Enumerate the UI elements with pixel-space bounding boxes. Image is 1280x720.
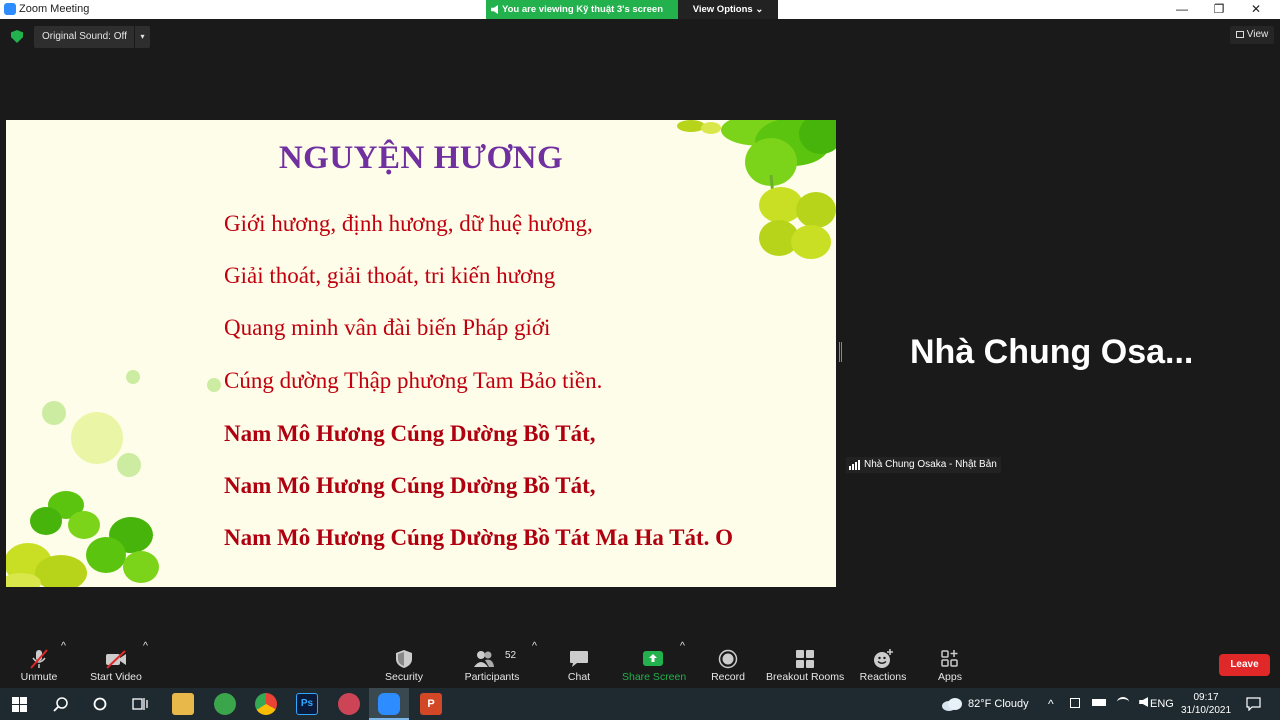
unmute-label: Unmute	[20, 671, 58, 683]
slide-title: NGUYỆN HƯƠNG	[278, 140, 564, 176]
clock-time: 09:17	[1193, 692, 1219, 703]
participant-name-label: Nhà Chung Osaka - Nhật Bản	[864, 459, 997, 470]
breakout-rooms-label: Breakout Rooms	[766, 671, 845, 683]
share-screen-label: Share Screen	[622, 671, 687, 683]
restore-button[interactable]: ❐	[1201, 0, 1237, 19]
record-button[interactable]: Record	[708, 640, 748, 688]
microphone-muted-icon	[30, 649, 48, 669]
close-window-button[interactable]: ✕	[1238, 0, 1274, 19]
record-icon	[718, 649, 738, 669]
clock-date: 31/10/2021	[1180, 705, 1232, 716]
chat-bubble-icon	[570, 651, 588, 667]
slide-line: Cúng dường Thập phương Tam Bảo tiền.	[224, 368, 603, 393]
slide-line: Quang minh vân đài biến Pháp giới	[224, 315, 551, 340]
smiley-plus-icon	[874, 649, 893, 668]
notification-icon[interactable]	[1246, 697, 1261, 711]
reactions-button[interactable]: Reactions	[858, 640, 908, 688]
meet-now-icon	[1070, 698, 1080, 708]
video-camera-off-icon	[106, 650, 126, 669]
shield-icon	[396, 650, 412, 668]
viewing-screen-label: You are viewing Kỹ thuật 3's screen	[502, 4, 663, 15]
zoom-logo-icon	[4, 3, 16, 15]
tray-icon-group[interactable]	[1068, 688, 1149, 720]
audio-options-caret[interactable]: ^	[61, 640, 66, 688]
participant-display-name: Nhà Chung Osa...	[910, 333, 1194, 371]
meeting-toolbar: Unmute ^ Start Video ^ Security 52 Parti…	[0, 640, 1280, 688]
security-label: Security	[385, 671, 423, 683]
windows-taskbar: Ps P 82°F Cloudy ^ ENG 09:17 31/10/2021	[0, 688, 1280, 720]
app-green-icon[interactable]	[214, 693, 236, 715]
slide-line: Giới hương, định hương, dữ huệ hương,	[224, 211, 593, 236]
cortana-icon[interactable]	[92, 696, 108, 712]
share-options-caret[interactable]: ^	[680, 640, 685, 688]
shared-screen: NGUYỆN HƯƠNG Giới hương, định hương, dữ …	[6, 120, 836, 587]
circles-decoration-left	[42, 370, 221, 477]
participants-button[interactable]: 52 Participants	[462, 640, 522, 688]
app-cloud-icon[interactable]	[338, 693, 360, 715]
participants-icon	[474, 651, 494, 667]
apps-label: Apps	[938, 671, 962, 683]
share-screen-icon	[643, 651, 663, 666]
chat-label: Chat	[567, 671, 591, 683]
slide-line: Giải thoát, giải thoát, tri kiến hương	[224, 263, 556, 288]
window-title: Zoom Meeting	[19, 3, 90, 15]
start-video-button[interactable]: Start Video	[86, 640, 146, 688]
start-video-label: Start Video	[90, 671, 142, 683]
windows-start-icon[interactable]	[12, 697, 27, 712]
apps-icon	[941, 650, 958, 667]
chat-button[interactable]: Chat	[559, 640, 599, 688]
cloud-weather-icon	[942, 698, 962, 711]
battery-icon	[1092, 699, 1107, 706]
encryption-shield-icon[interactable]	[11, 30, 23, 43]
tray-overflow-caret[interactable]: ^	[1048, 688, 1054, 720]
record-label: Record	[711, 671, 745, 683]
unmute-button[interactable]: Unmute	[14, 640, 64, 688]
minimize-button[interactable]: —	[1164, 0, 1200, 19]
apps-button[interactable]: Apps	[930, 640, 970, 688]
slide-line: Nam Mô Hương Cúng Dường Bồ Tát Ma Ha Tát…	[224, 525, 734, 550]
volume-icon	[1139, 697, 1149, 707]
pane-splitter-handle[interactable]	[839, 342, 842, 362]
clover-decoration-bottom-left	[6, 491, 159, 587]
system-clock[interactable]: 09:17 31/10/2021	[1180, 691, 1232, 717]
slide-line: Nam Mô Hương Cúng Dường Bồ Tát,	[224, 421, 596, 446]
photoshop-icon[interactable]: Ps	[296, 693, 318, 715]
wifi-icon	[1117, 697, 1130, 707]
viewing-screen-banner: You are viewing Kỹ thuật 3's screen	[486, 0, 678, 19]
chrome-icon[interactable]	[255, 693, 277, 715]
participant-name-tag: Nhà Chung Osaka - Nhật Bản	[846, 457, 1001, 473]
signal-strength-icon	[849, 460, 860, 470]
search-icon[interactable]	[53, 696, 69, 712]
original-sound-dropdown[interactable]: ▾	[134, 26, 150, 48]
participants-options-caret[interactable]: ^	[532, 640, 537, 688]
breakout-rooms-button[interactable]: Breakout Rooms	[766, 640, 844, 688]
original-sound-button[interactable]: Original Sound: Off ▾	[34, 26, 150, 48]
reactions-label: Reactions	[859, 671, 907, 683]
speaker-icon	[491, 5, 498, 14]
original-sound-label: Original Sound: Off	[42, 31, 127, 42]
share-screen-button[interactable]: Share Screen	[622, 640, 687, 688]
slide-line: Nam Mô Hương Cúng Dường Bồ Tát,	[224, 473, 596, 498]
weather-label[interactable]: 82°F Cloudy	[968, 688, 1029, 720]
grid-view-icon	[1235, 31, 1244, 38]
participants-count: 52	[505, 650, 517, 661]
leave-meeting-button[interactable]: Leave	[1219, 654, 1270, 676]
view-button[interactable]: View	[1230, 26, 1274, 44]
view-options-button[interactable]: View Options ⌄	[678, 0, 778, 19]
participants-label: Participants	[464, 671, 520, 683]
view-label: View	[1246, 29, 1269, 40]
video-options-caret[interactable]: ^	[143, 640, 148, 688]
zoom-taskbar-icon[interactable]	[378, 693, 400, 715]
input-language-label[interactable]: ENG	[1150, 688, 1174, 720]
task-view-icon[interactable]	[131, 696, 149, 712]
security-button[interactable]: Security	[380, 640, 428, 688]
breakout-rooms-icon	[796, 650, 814, 668]
file-explorer-icon[interactable]	[172, 693, 194, 715]
powerpoint-icon[interactable]: P	[420, 693, 442, 715]
